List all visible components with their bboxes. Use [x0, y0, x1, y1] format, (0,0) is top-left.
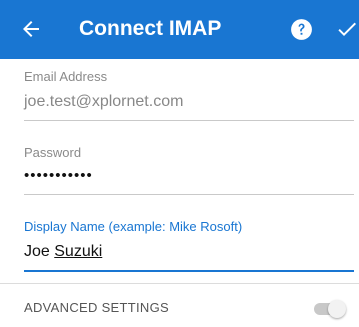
display-name-field[interactable]: Display Name (example: Mike Rosoft) Joe … — [24, 219, 354, 272]
page-title: Connect IMAP — [79, 17, 222, 40]
help-circle-icon — [291, 19, 312, 40]
password-underline — [24, 194, 354, 195]
back-button[interactable] — [19, 17, 43, 41]
email-label: Email Address — [24, 69, 108, 84]
app-bar: Connect IMAP — [0, 0, 359, 59]
display-name-underline — [24, 270, 354, 272]
help-button[interactable] — [289, 17, 314, 42]
email-field[interactable]: Email Address joe.test@xplornet.com — [24, 69, 354, 121]
confirm-button[interactable] — [335, 17, 359, 41]
connect-imap-screen: Connect IMAP Email Address joe.test@xplo… — [0, 0, 359, 327]
advanced-settings-label: ADVANCED SETTINGS — [24, 300, 169, 315]
password-label: Password — [24, 145, 82, 160]
toggle-thumb — [328, 300, 346, 318]
arrow-left-icon — [23, 21, 39, 37]
section-divider — [0, 283, 359, 284]
check-icon — [338, 22, 356, 36]
advanced-settings-row[interactable]: ADVANCED SETTINGS — [0, 283, 359, 327]
password-field[interactable]: Password ••••••••••• — [24, 145, 354, 195]
advanced-settings-toggle[interactable] — [310, 299, 348, 319]
imap-form: Email Address joe.test@xplornet.com Pass… — [0, 59, 359, 327]
email-underline — [24, 120, 354, 121]
display-name-first: Joe — [24, 243, 55, 260]
email-input[interactable]: joe.test@xplornet.com — [24, 91, 354, 113]
display-name-input[interactable]: Joe Suzuki — [24, 241, 354, 263]
display-name-label: Display Name (example: Mike Rosoft) — [24, 219, 243, 234]
password-input[interactable]: ••••••••••• — [24, 165, 354, 187]
display-name-last: Suzuki — [54, 243, 103, 260]
